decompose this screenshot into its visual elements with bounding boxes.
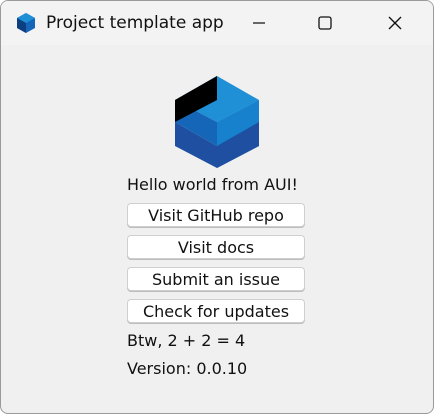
submit-issue-button[interactable]: Submit an issue <box>127 267 305 291</box>
check-for-updates-button[interactable]: Check for updates <box>127 299 305 323</box>
visit-github-repo-button[interactable]: Visit GitHub repo <box>127 203 305 227</box>
maximize-button[interactable] <box>296 1 354 45</box>
window-title: Project template app <box>46 13 224 33</box>
aui-cube-logo-icon <box>173 76 261 168</box>
math-text: Btw, 2 + 2 = 4 <box>127 331 246 350</box>
close-button[interactable] <box>366 1 424 45</box>
main-content: Hello world from AUI! Visit GitHub repo … <box>1 45 433 413</box>
close-icon <box>387 15 403 31</box>
app-icon <box>15 12 37 34</box>
maximize-icon <box>317 15 333 31</box>
minimize-button[interactable] <box>230 1 288 45</box>
version-text: Version: 0.0.10 <box>127 359 248 378</box>
minimize-icon <box>251 15 267 31</box>
app-window: Project template app Hello world from AU… <box>0 0 434 414</box>
visit-docs-button[interactable]: Visit docs <box>127 235 305 259</box>
greeting-text: Hello world from AUI! <box>127 175 298 194</box>
title-bar[interactable]: Project template app <box>1 1 433 45</box>
